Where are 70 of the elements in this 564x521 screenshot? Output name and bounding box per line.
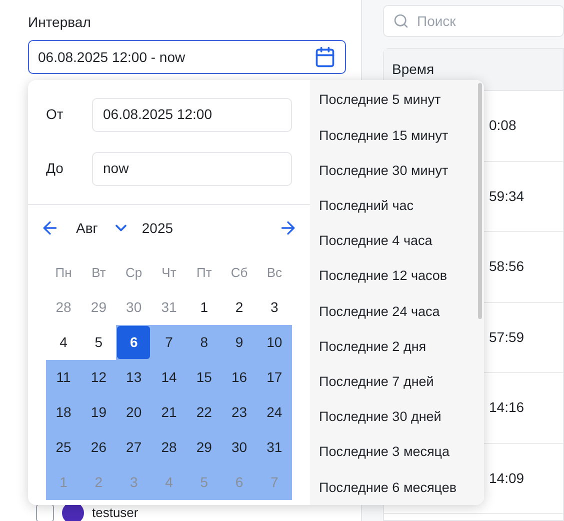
checkbox[interactable] — [36, 504, 54, 521]
calendar-day[interactable]: 24 — [258, 396, 291, 429]
calendar-day[interactable]: 4 — [47, 326, 80, 359]
calendar-day[interactable]: 29 — [188, 431, 221, 464]
field-label: До — [46, 159, 64, 178]
time-cell-text: 14:09 — [489, 468, 524, 488]
calendar-day[interactable]: 25 — [47, 431, 80, 464]
search-icon — [393, 13, 409, 29]
time-cell-text: 59:34 — [489, 186, 524, 206]
calendar-day[interactable]: 12 — [82, 361, 116, 394]
calendar-day[interactable]: 23 — [222, 396, 256, 429]
calendar-day[interactable]: 28 — [152, 431, 186, 464]
interval-label: Интервал — [28, 13, 91, 31]
weekday-label: Ср — [124, 264, 144, 282]
preset-option[interactable]: Последние 12 часов — [310, 258, 484, 294]
calendar-icon — [314, 46, 336, 68]
preset-option[interactable]: Последние 7 дней — [310, 364, 484, 400]
preset-option[interactable]: Последние 5 минут — [310, 83, 484, 118]
preset-option[interactable]: Последние 24 часа — [310, 294, 484, 330]
time-cell-text: 57:59 — [489, 328, 524, 347]
weekday-label: Вс — [266, 264, 283, 282]
preset-option[interactable]: Последние 4 часа — [310, 224, 484, 259]
weekday-label: Чт — [160, 264, 178, 282]
calendar-day[interactable]: 7 — [152, 326, 186, 359]
calendar-day[interactable]: 22 — [188, 396, 221, 429]
preset-option[interactable]: Последний час — [310, 188, 484, 224]
calendar-day[interactable]: 9 — [222, 326, 256, 359]
calendar-day[interactable]: 13 — [117, 361, 150, 394]
calendar-day[interactable]: 21 — [152, 396, 186, 429]
calendar-day[interactable]: 1 — [188, 291, 221, 324]
calendar-day[interactable]: 19 — [82, 396, 116, 429]
time-cell-text: 0:08 — [489, 116, 516, 136]
calendar-day[interactable]: 8 — [188, 326, 221, 359]
calendar-day[interactable]: 18 — [47, 396, 80, 429]
calendar-day[interactable]: 2 — [222, 291, 256, 324]
calendar-day[interactable]: 3 — [258, 291, 291, 324]
calendar-day[interactable]: 11 — [47, 361, 80, 394]
calendar-day[interactable]: 5 — [82, 326, 116, 359]
preset-option[interactable]: Последние 3 месяца — [310, 434, 484, 470]
preset-option[interactable]: Последние 15 минут — [310, 118, 484, 154]
preset-option[interactable]: Последние 30 минут — [310, 153, 484, 189]
preset-option[interactable]: Последние 6 месяцев — [310, 470, 484, 505]
weekday-label: Сб — [230, 264, 249, 282]
field-label: От — [46, 105, 64, 124]
time-cell-text: 58:56 — [489, 257, 524, 276]
calendar-day[interactable]: 17 — [258, 361, 291, 394]
time-cell-text: 14:16 — [489, 398, 524, 418]
preset-option[interactable]: Последние 2 дня — [310, 329, 484, 364]
calendar-day[interactable]: 27 — [117, 431, 150, 464]
column-header: Время — [392, 60, 434, 79]
calendar-day[interactable]: 30 — [222, 431, 256, 464]
calendar-day[interactable]: 14 — [152, 361, 186, 394]
calendar-day[interactable]: 20 — [117, 396, 150, 429]
year-label[interactable]: 2025 — [142, 218, 174, 238]
scrollbar[interactable] — [478, 83, 482, 319]
preset-option[interactable]: Последние 30 дней — [310, 400, 484, 435]
weekday-label: Вт — [90, 264, 107, 282]
weekday-label: Пн — [54, 264, 73, 282]
date-input[interactable]: now — [92, 152, 292, 186]
weekday-label: Пт — [195, 264, 213, 282]
user-name: testuser — [92, 505, 138, 521]
date-input[interactable]: 06.08.2025 12:00 — [92, 98, 292, 132]
calendar-day[interactable]: 16 — [222, 361, 256, 394]
calendar-day[interactable]: 10 — [258, 326, 291, 359]
calendar-day[interactable]: 15 — [188, 361, 221, 394]
calendar-day[interactable]: 26 — [82, 431, 116, 464]
calendar-day[interactable]: 6 — [117, 326, 150, 359]
calendar-day[interactable]: 31 — [258, 431, 291, 464]
interval-field[interactable]: 06.08.2025 12:00 - now — [28, 40, 346, 74]
month-select[interactable]: Авг — [76, 218, 98, 238]
